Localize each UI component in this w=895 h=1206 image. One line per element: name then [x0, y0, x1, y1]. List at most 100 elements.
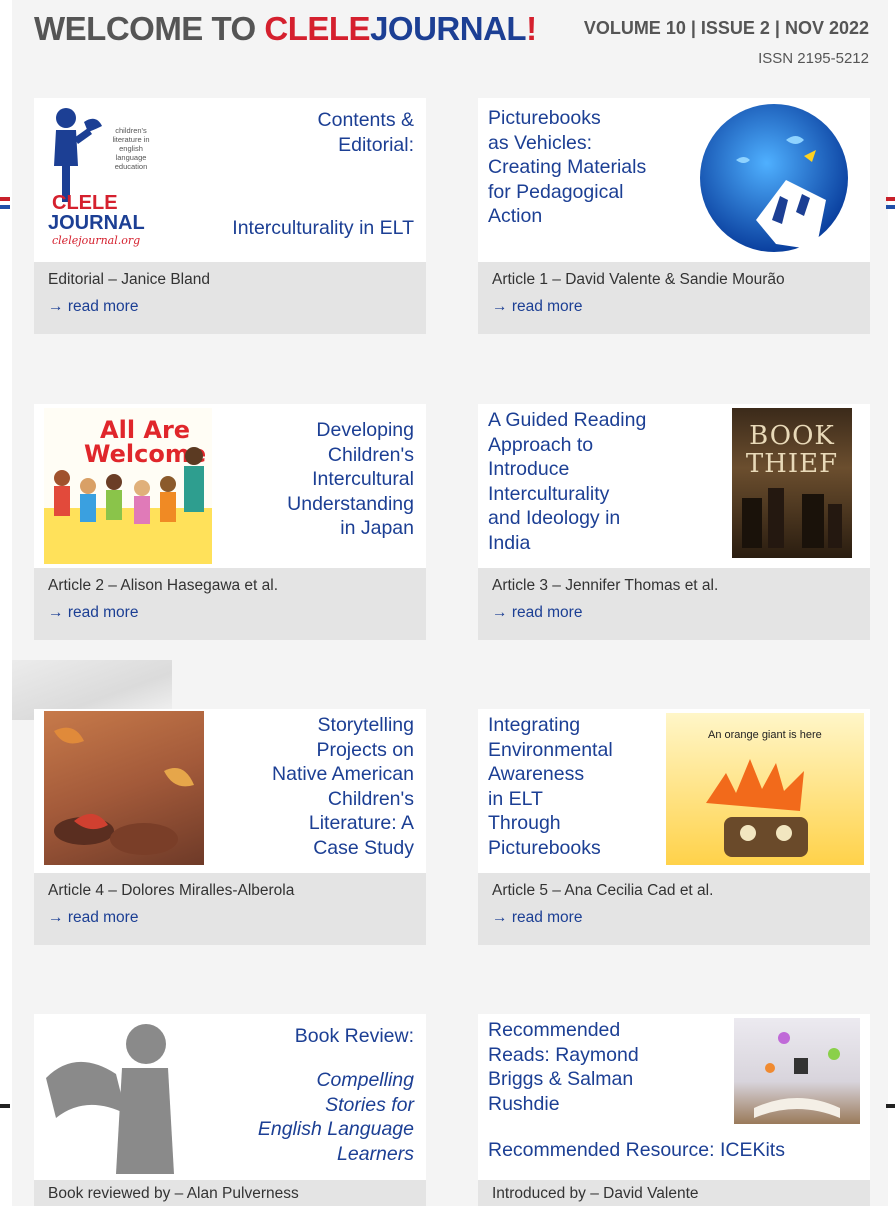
- all-are-welcome-cover: All Are Welcome: [44, 408, 212, 564]
- read-more-label: read more: [511, 298, 583, 315]
- issn: ISSN 2195-5212: [758, 50, 869, 67]
- title-line: Recommended: [488, 1019, 621, 1041]
- title-line: Rushdie: [488, 1092, 560, 1115]
- card-banner[interactable]: A Guided Reading Approach to Introduce I…: [478, 404, 870, 568]
- title-line: Interculturality: [488, 482, 610, 505]
- edge-mark: [0, 205, 10, 209]
- article-card-editorial: children's literature in english languag…: [34, 98, 426, 334]
- title-line: Intercultural: [312, 468, 414, 490]
- read-more-link[interactable]: → read more: [48, 296, 412, 318]
- page-title: WELCOME TO CLELEJOURNAL!: [34, 10, 537, 48]
- reader-silhouette: [46, 1018, 196, 1174]
- card-banner[interactable]: children's literature in english languag…: [34, 98, 426, 262]
- read-more-label: read more: [67, 604, 139, 621]
- card-title: Picturebooks as Vehicles: Creating Mater…: [488, 106, 646, 229]
- article-card-2: All Are Welcome Developing Children's In…: [34, 404, 426, 640]
- arrow-right-icon: →: [492, 604, 508, 621]
- card-title: A Guided Reading Approach to Introduce I…: [488, 408, 646, 555]
- title-line: Storytelling: [317, 714, 414, 736]
- card-footer: Article 2 – Alison Hasegawa et al. → rea…: [34, 568, 426, 640]
- subtitle-line: Stories for: [325, 1093, 414, 1116]
- brand-exclaim: !: [526, 10, 537, 47]
- card-byline: Article 1 – David Valente & Sandie Mourã…: [492, 271, 785, 288]
- title-line: in ELT: [488, 787, 543, 810]
- read-more-link[interactable]: → read more: [492, 602, 856, 624]
- title-line: Creating Materials: [488, 156, 647, 178]
- read-more-label: read more: [511, 909, 583, 926]
- subtitle-line: Learners: [337, 1142, 414, 1165]
- title-line: Picturebooks: [488, 107, 601, 129]
- brand-journal: JOURNAL: [370, 10, 527, 47]
- arrow-right-icon: →: [492, 909, 508, 926]
- article-card-4: Storytelling Projects on Native American…: [34, 709, 426, 945]
- card-byline: Editorial – Janice Bland: [48, 271, 210, 288]
- card-footer: Editorial – Janice Bland → read more: [34, 262, 426, 334]
- open-book-image: [734, 1018, 860, 1124]
- orange-giant-cover: An orange giant is here: [666, 713, 864, 865]
- title-line: Projects on: [316, 738, 414, 761]
- title-line: Developing: [316, 419, 414, 441]
- card-title: Recommended Reads: Raymond Briggs & Salm…: [488, 1018, 639, 1116]
- card-byline: Book reviewed by – Alan Pulverness: [48, 1185, 299, 1202]
- title-line: Understanding: [287, 492, 414, 515]
- subtitle-line: Compelling: [316, 1069, 414, 1091]
- card-footer: Article 3 – Jennifer Thomas et al. → rea…: [478, 568, 870, 640]
- brand-clele: CLELE: [264, 10, 371, 47]
- read-more-link[interactable]: → read more: [48, 907, 412, 929]
- card-subtitle: Interculturality in ELT: [232, 217, 414, 239]
- recommended-card: Recommended Reads: Raymond Briggs & Salm…: [478, 1014, 870, 1206]
- title-line: Action: [488, 205, 543, 227]
- title-line: Environmental: [488, 738, 613, 761]
- card-title: Contents & Editorial:: [318, 108, 414, 157]
- globe-picturebook-image: [696, 100, 848, 258]
- title-line: Approach to: [488, 433, 594, 456]
- card-title: Developing Children's Intercultural Unde…: [287, 418, 414, 541]
- book-thief-cover: BOOK THIEF: [732, 408, 852, 558]
- title-line: Children's: [327, 443, 414, 466]
- card-banner[interactable]: Storytelling Projects on Native American…: [34, 709, 426, 873]
- logo-url: clelejournal.org: [52, 234, 141, 247]
- title-line: in Japan: [340, 517, 414, 539]
- clele-logo: children's literature in english languag…: [44, 104, 159, 254]
- card-banner[interactable]: Integrating Environmental Awareness in E…: [478, 709, 870, 873]
- title-line: Case Study: [313, 836, 414, 859]
- edge-mark: [886, 205, 895, 209]
- title-line: and Ideology in: [488, 507, 621, 529]
- card-title: Book Review:: [294, 1025, 414, 1047]
- storytelling-cover: [44, 711, 204, 865]
- read-more-label: read more: [67, 909, 139, 926]
- title-line: as Vehicles:: [488, 131, 593, 154]
- logo-text: literature in: [112, 135, 150, 144]
- read-more-link[interactable]: → read more: [492, 296, 856, 318]
- card-banner[interactable]: Picturebooks as Vehicles: Creating Mater…: [478, 98, 870, 262]
- title-line: Briggs & Salman: [488, 1068, 634, 1090]
- title-line: Editorial:: [338, 133, 414, 156]
- card-banner[interactable]: Book Review: Compelling Stories for Engl…: [34, 1014, 426, 1180]
- title-line: for Pedagogical: [488, 180, 624, 203]
- card-byline: Article 4 – Dolores Miralles-Alberola: [48, 882, 295, 899]
- book-review-card: Book Review: Compelling Stories for Engl…: [34, 1014, 426, 1206]
- title-line: Native American: [272, 763, 414, 785]
- card-footer: Introduced by – David Valente: [478, 1180, 870, 1206]
- title-line: Awareness: [488, 763, 585, 785]
- subtitle-line: English Language: [257, 1118, 414, 1140]
- title-line: Literature: A: [308, 812, 414, 834]
- logo-text: education: [114, 162, 148, 171]
- card-banner[interactable]: All Are Welcome Developing Children's In…: [34, 404, 426, 568]
- card-footer: Article 1 – David Valente & Sandie Mourã…: [478, 262, 870, 334]
- card-title: Integrating Environmental Awareness in E…: [488, 713, 613, 860]
- card-byline: Article 2 – Alison Hasegawa et al.: [48, 577, 279, 594]
- title-line: Integrating: [488, 714, 581, 736]
- logo-text: children's: [115, 126, 147, 135]
- edge-mark: [886, 1104, 895, 1108]
- title-line: Reads: Raymond: [488, 1043, 639, 1066]
- article-card-3: A Guided Reading Approach to Introduce I…: [478, 404, 870, 640]
- card-banner[interactable]: Recommended Reads: Raymond Briggs & Salm…: [478, 1014, 870, 1180]
- card-title: Storytelling Projects on Native American…: [272, 713, 414, 860]
- read-more-link[interactable]: → read more: [492, 907, 856, 929]
- read-more-link[interactable]: → read more: [48, 602, 412, 624]
- card-footer: Article 5 – Ana Cecilia Cad et al. → rea…: [478, 873, 870, 945]
- title-line: Introduce: [488, 458, 570, 480]
- title-line: Contents &: [317, 109, 414, 131]
- arrow-right-icon: →: [48, 298, 64, 315]
